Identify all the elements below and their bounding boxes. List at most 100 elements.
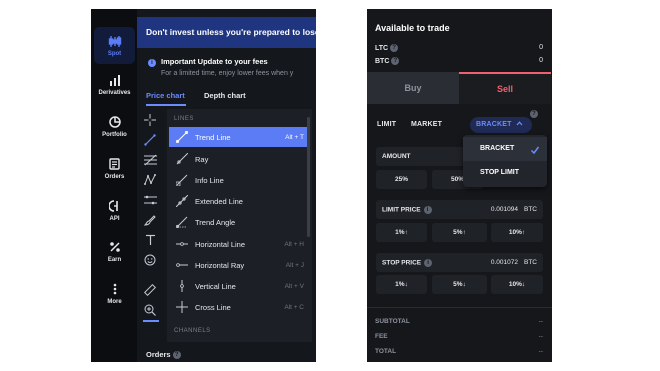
limit-price-label: LIMIT PRICE i	[382, 206, 432, 214]
menu-item-label: Trend Line	[195, 132, 231, 142]
extended-line-icon	[172, 194, 192, 208]
fee-notice[interactable]: i Important Update to your fees For a li…	[137, 53, 316, 89]
sidebar-nav: Spot Derivatives Portfolio Orders API Ea…	[91, 9, 137, 362]
api-icon	[107, 199, 123, 213]
zoom-in-icon[interactable]	[143, 303, 157, 317]
ruler-icon[interactable]	[143, 283, 157, 297]
dropdown-scrollbar[interactable]	[307, 117, 310, 237]
menu-item-horizontal-ray[interactable]: Horizontal Ray Alt + J	[169, 255, 310, 275]
summary-row-total: TOTAL --	[375, 348, 543, 355]
stop-pct-10-button[interactable]: 10%↓	[491, 275, 543, 294]
order-type-popover: BRACKET STOP LIMIT	[463, 135, 547, 187]
limit-price-field[interactable]: LIMIT PRICE i 0.001094 BTC	[376, 200, 543, 219]
bar-chart-icon	[107, 73, 123, 87]
chart-panel: Spot Derivatives Portfolio Orders API Ea…	[91, 9, 316, 362]
info-line-icon	[172, 173, 192, 187]
shortcut-hint: Alt + C	[284, 303, 304, 311]
trend-line-icon	[172, 130, 192, 144]
sidebar-item-earn[interactable]: Earn	[94, 240, 135, 263]
chevron-up-icon	[516, 121, 523, 126]
menu-item-ray[interactable]: Ray	[169, 149, 310, 169]
summary-label: SUBTOTAL	[375, 318, 410, 325]
popover-item-stop-limit[interactable]: STOP LIMIT	[463, 161, 547, 185]
text-tool-icon[interactable]	[143, 233, 157, 247]
menu-item-cross-line[interactable]: Cross Line Alt + C	[169, 297, 310, 317]
cross-line-icon	[172, 300, 192, 314]
percent-icon	[107, 240, 123, 254]
help-icon[interactable]: i	[423, 206, 432, 214]
more-dots-icon	[107, 282, 123, 296]
menu-item-extended-line[interactable]: Extended Line	[169, 191, 310, 211]
sidebar-item-more[interactable]: More	[94, 282, 135, 305]
help-icon[interactable]: ?	[172, 351, 181, 360]
limit-pct-1-button[interactable]: 1%↑	[376, 223, 427, 242]
order-type-bracket[interactable]: BRACKET	[470, 117, 532, 133]
sidebar-item-portfolio[interactable]: Portfolio	[94, 115, 135, 138]
amount-pct-25-button[interactable]: 25%	[376, 170, 427, 189]
sidebar-item-label: Earn	[107, 257, 122, 263]
stop-pct-5-button[interactable]: 5%↓	[432, 275, 487, 294]
popover-item-bracket[interactable]: BRACKET	[463, 137, 547, 161]
stop-price-label: STOP PRICE i	[382, 259, 433, 267]
sell-tab[interactable]: Sell	[459, 72, 551, 104]
emoji-icon[interactable]	[143, 253, 157, 267]
sidebar-item-derivatives[interactable]: Derivatives	[94, 73, 135, 96]
sidebar-item-label: Orders	[104, 174, 125, 180]
sidebar-item-spot[interactable]: Spot	[94, 27, 135, 64]
active-tab-underline	[146, 104, 186, 106]
trade-panel: Available to trade LTC? 0 BTC? 0 Buy Sel…	[367, 9, 552, 362]
popover-item-label: BRACKET	[480, 145, 515, 152]
crosshair-icon[interactable]	[143, 113, 157, 127]
menu-item-label: Vertical Line	[195, 281, 236, 291]
help-icon[interactable]: i	[424, 259, 433, 267]
drawing-toolbar	[137, 107, 165, 337]
limit-pct-10-button[interactable]: 10%↑	[491, 223, 543, 242]
trend-line-tool-icon[interactable]	[143, 133, 157, 147]
menu-item-vertical-line[interactable]: Vertical Line Alt + V	[169, 276, 310, 296]
help-icon[interactable]: ?	[390, 44, 399, 52]
stop-price-field[interactable]: STOP PRICE i 0.001072 BTC	[376, 253, 543, 272]
orders-section: Orders ?	[137, 346, 316, 362]
buy-sell-toggle: Buy Sell	[367, 72, 552, 104]
menu-item-trend-line[interactable]: Trend Line Alt + T	[169, 127, 310, 147]
balance-value: 0	[539, 57, 543, 64]
order-type-market[interactable]: MARKET	[411, 121, 442, 128]
sidebar-item-label: More	[107, 299, 122, 305]
sidebar-item-orders[interactable]: Orders	[94, 157, 135, 180]
risk-warning-banner: Don't invest unless you're prepared to l…	[137, 17, 316, 48]
asset-label: LTC	[375, 44, 389, 52]
sidebar-item-label: API	[109, 216, 120, 222]
available-to-trade-title: Available to trade	[375, 23, 450, 33]
projection-tool-icon[interactable]	[143, 193, 157, 207]
sidebar-item-label: Derivatives	[98, 90, 131, 96]
summary-label: TOTAL	[375, 348, 397, 355]
main-content: Don't invest unless you're prepared to l…	[137, 9, 316, 362]
pattern-tool-icon[interactable]	[143, 173, 157, 187]
limit-pct-5-button[interactable]: 5%↑	[432, 223, 487, 242]
horizontal-ray-icon	[172, 258, 192, 272]
orders-title: Orders ?	[146, 350, 181, 360]
checkmark-icon	[530, 142, 540, 160]
brush-icon[interactable]	[143, 213, 157, 227]
document-icon	[107, 157, 123, 171]
stop-pct-1-button[interactable]: 1%↓	[376, 275, 427, 294]
vertical-line-icon	[172, 279, 192, 293]
line-tools-dropdown: LINES Trend Line Alt + T Ray Info Line E…	[167, 109, 312, 342]
menu-item-horizontal-line[interactable]: Horizontal Line Alt + H	[169, 234, 310, 254]
asset-label: BTC	[375, 57, 390, 65]
sidebar-item-api[interactable]: API	[94, 199, 135, 222]
summary-value: --	[538, 348, 543, 355]
buy-tab[interactable]: Buy	[367, 72, 459, 104]
menu-item-label: Trend Angle	[195, 217, 236, 227]
sidebar-item-label: Spot	[107, 51, 122, 57]
fib-lines-icon[interactable]	[143, 153, 157, 167]
section-header-lines: LINES	[174, 116, 194, 122]
limit-price-value: 0.001094 BTC	[490, 206, 537, 213]
tab-price-chart[interactable]: Price chart	[146, 91, 185, 100]
order-type-limit[interactable]: LIMIT	[377, 121, 396, 128]
help-icon[interactable]: ?	[391, 57, 400, 65]
tab-depth-chart[interactable]: Depth chart	[204, 91, 246, 100]
menu-item-trend-angle[interactable]: Trend Angle	[169, 212, 310, 232]
summary-label: FEE	[375, 333, 388, 340]
menu-item-info-line[interactable]: Info Line	[169, 170, 310, 190]
